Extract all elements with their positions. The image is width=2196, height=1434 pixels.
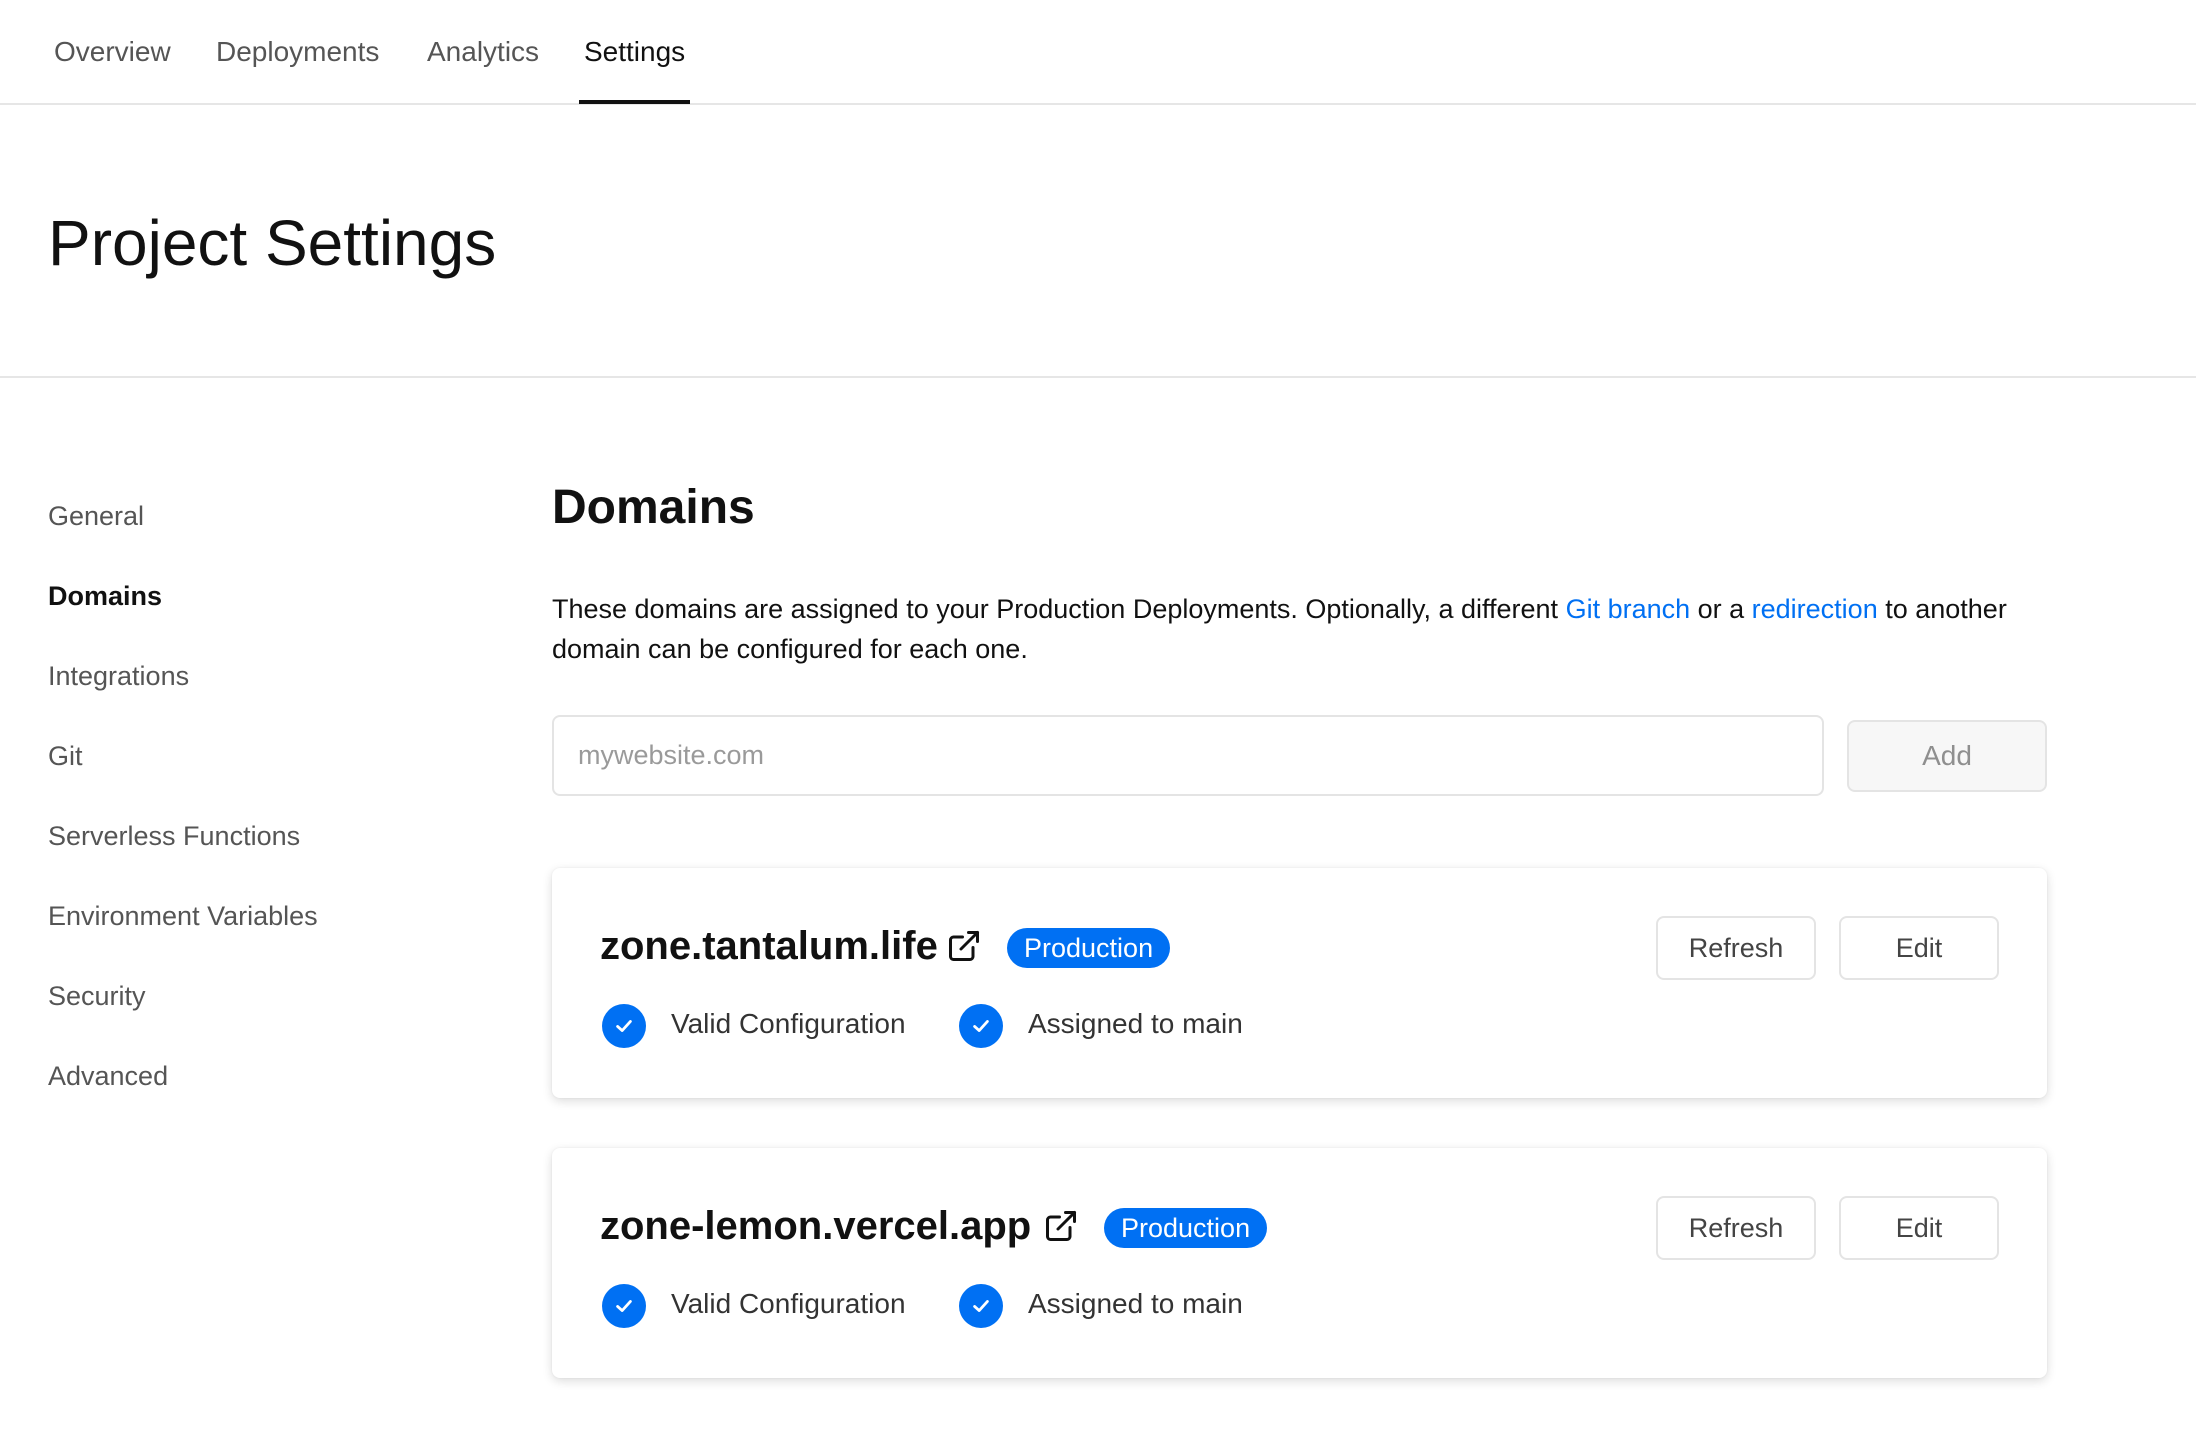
sidebar-item-domains[interactable]: Domains xyxy=(48,581,162,612)
domain-input[interactable] xyxy=(552,715,1824,796)
tab-settings[interactable]: Settings xyxy=(584,36,685,68)
description-text: These domains are assigned to your Produ… xyxy=(552,594,1566,624)
redirection-link[interactable]: redirection xyxy=(1752,594,1878,624)
tab-deployments[interactable]: Deployments xyxy=(216,36,379,68)
domain-card: zone.tantalum.life Production Refresh Ed… xyxy=(552,868,2047,1098)
tab-analytics[interactable]: Analytics xyxy=(427,36,539,68)
description-text: or a xyxy=(1690,594,1752,624)
production-badge: Production xyxy=(1104,1208,1268,1248)
top-nav: Overview Deployments Analytics Settings xyxy=(0,0,2196,105)
checkmark-icon xyxy=(959,1004,1003,1048)
domain-name: zone.tantalum.life xyxy=(600,924,938,968)
checkmark-icon xyxy=(959,1284,1003,1328)
section-description: These domains are assigned to your Produ… xyxy=(552,589,2052,669)
domain-card: zone-lemon.vercel.app Production Refresh… xyxy=(552,1148,2047,1378)
sidebar-item-git[interactable]: Git xyxy=(48,741,83,772)
sidebar-item-security[interactable]: Security xyxy=(48,981,146,1012)
add-domain-button[interactable]: Add xyxy=(1847,720,2047,792)
edit-button[interactable]: Edit xyxy=(1839,1196,1999,1260)
assigned-branch-status: Assigned to main xyxy=(1028,1008,1243,1039)
git-branch-link[interactable]: Git branch xyxy=(1566,594,1691,624)
checkmark-icon xyxy=(602,1284,646,1328)
checkmark-icon xyxy=(602,1004,646,1048)
sidebar-item-environment-variables[interactable]: Environment Variables xyxy=(48,901,318,932)
active-tab-indicator xyxy=(579,100,690,104)
edit-button[interactable]: Edit xyxy=(1839,916,1999,980)
domain-name: zone-lemon.vercel.app xyxy=(600,1204,1032,1248)
assigned-branch-status: Assigned to main xyxy=(1028,1288,1243,1319)
external-link-icon[interactable] xyxy=(946,928,982,964)
sidebar-item-integrations[interactable]: Integrations xyxy=(48,661,189,692)
refresh-button[interactable]: Refresh xyxy=(1656,1196,1816,1260)
tab-overview[interactable]: Overview xyxy=(54,36,171,68)
divider xyxy=(0,376,2196,378)
refresh-button[interactable]: Refresh xyxy=(1656,916,1816,980)
production-badge: Production xyxy=(1007,928,1171,968)
sidebar-item-serverless-functions[interactable]: Serverless Functions xyxy=(48,821,300,852)
external-link-icon[interactable] xyxy=(1043,1208,1079,1244)
sidebar-item-advanced[interactable]: Advanced xyxy=(48,1061,168,1092)
valid-configuration-status: Valid Configuration xyxy=(671,1288,906,1319)
valid-configuration-status: Valid Configuration xyxy=(671,1008,906,1039)
section-title: Domains xyxy=(552,481,755,534)
page-title: Project Settings xyxy=(48,207,497,279)
sidebar-item-general[interactable]: General xyxy=(48,501,144,532)
